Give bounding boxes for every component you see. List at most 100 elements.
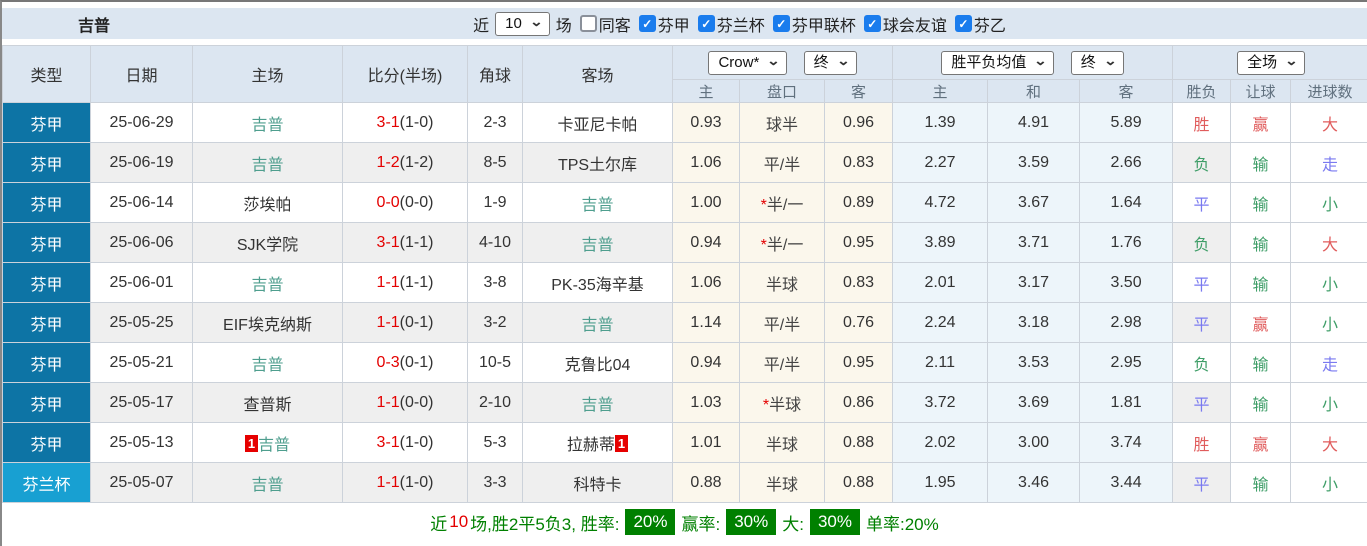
- league-cell: 芬甲: [2, 342, 91, 383]
- away-team-link[interactable]: 克鲁比04: [565, 357, 631, 374]
- topbar: 吉普 近 10 ⌄ 场 同客 ✓ 芬甲 ✓ 芬兰杯 ✓ 芬甲联杯 ✓ 球会友谊 ✓ 芬乙: [2, 8, 1367, 39]
- score-cell: 1-1(0-0): [342, 382, 468, 423]
- col-header-away: 客场: [522, 45, 673, 103]
- home-team-link[interactable]: 吉普: [251, 277, 283, 294]
- away-team-link[interactable]: 吉普: [581, 197, 613, 214]
- home-team-link[interactable]: 吉普: [251, 357, 283, 374]
- home-team-link[interactable]: SJK学院: [237, 237, 298, 254]
- result-value: 平: [1193, 396, 1210, 414]
- goals-result-value: 小: [1322, 276, 1339, 294]
- mean-draw-cell: 3.69: [987, 382, 1081, 423]
- score-cell: 0-0(0-0): [342, 182, 468, 223]
- filter-checkbox-3[interactable]: ✓: [772, 15, 790, 32]
- goals-result-value: 小: [1322, 196, 1339, 214]
- filter-checkbox-2[interactable]: ✓: [697, 15, 715, 32]
- away-odds-cell: 0.95: [823, 342, 894, 383]
- rate-badge: 30%: [726, 509, 777, 535]
- mean-odds-select[interactable]: 胜平负均值 ⌄: [941, 50, 1055, 75]
- goals-result-value: 走: [1322, 356, 1339, 374]
- summary-text: 赢率:: [681, 514, 721, 534]
- filter-checkbox-4[interactable]: ✓: [863, 15, 881, 32]
- result-cell: 平: [1172, 262, 1232, 303]
- handicap-result-cell: 输: [1230, 462, 1292, 503]
- table-row: 芬甲 25-05-17 查普斯 1-1(0-0) 2-10 吉普 1.03 *半球 0.86 3.…: [2, 382, 1367, 423]
- filter-checkbox-5[interactable]: ✓: [954, 15, 972, 32]
- away-team-link[interactable]: 吉普: [581, 397, 613, 414]
- halftime-score: (1-2): [399, 153, 434, 171]
- away-team-link[interactable]: 卡亚尼卡帕: [557, 117, 637, 134]
- date-cell: 25-06-29: [90, 102, 193, 143]
- summary-footer: 近 10 场,胜2平5负3, 胜率: 20% 赢率: 30% 大: 30% 单率:20%: [2, 503, 1367, 541]
- filter-checkbox-1[interactable]: ✓: [638, 15, 656, 32]
- odds-time-select[interactable]: 终 ⌄: [803, 50, 857, 75]
- handicap-cell: 半球: [739, 262, 825, 303]
- away-team-cell: 拉赫蒂 1: [522, 422, 673, 463]
- subcol-odds-away: 客: [823, 79, 894, 103]
- handicap-result-value: 输: [1252, 396, 1269, 414]
- corner-cell: 8-5: [467, 142, 523, 183]
- subcol-goals: 进球数: [1290, 79, 1367, 103]
- corner-cell: 2-3: [467, 102, 523, 143]
- away-team-link[interactable]: PK-35海辛基: [551, 277, 643, 294]
- handicap-result-cell: 赢: [1230, 102, 1292, 143]
- result-value: 负: [1193, 236, 1210, 254]
- bookmaker-select[interactable]: Crow* ⌄: [708, 50, 788, 75]
- result-cell: 平: [1172, 382, 1232, 423]
- mean-home-cell: 2.02: [892, 422, 989, 463]
- filter-label-5: 芬乙: [973, 17, 1006, 35]
- mean-home-cell: 1.39: [892, 102, 989, 143]
- away-team-link[interactable]: 吉普: [581, 237, 613, 254]
- goals-result-cell: 大: [1290, 222, 1367, 263]
- match-count-select[interactable]: 10 ⌄: [495, 11, 550, 36]
- home-team-link[interactable]: 吉普: [251, 157, 283, 174]
- away-team-cell: 克鲁比04: [522, 342, 673, 383]
- mean-time-select[interactable]: 终 ⌄: [1070, 50, 1124, 75]
- home-team-link[interactable]: EIF埃克纳斯: [223, 317, 312, 334]
- fulltime-score: 3-1: [376, 113, 400, 131]
- mean-draw-cell: 3.17: [987, 262, 1081, 303]
- handicap-result-cell: 赢: [1230, 422, 1292, 463]
- handicap-cell: 球半: [739, 102, 825, 143]
- corner-cell: 2-10: [467, 382, 523, 423]
- handicap-value: 半球: [765, 276, 798, 294]
- handicap-result-cell: 输: [1230, 382, 1292, 423]
- home-odds-cell: 1.01: [672, 422, 740, 463]
- match-count-value: 10: [505, 14, 522, 32]
- league-cell: 芬甲: [2, 262, 91, 303]
- summary-text: 大:: [782, 514, 804, 534]
- summary-text: 近: [430, 514, 448, 534]
- handicap-result-cell: 输: [1230, 342, 1292, 383]
- date-cell: 25-06-06: [90, 222, 193, 263]
- league-cell: 芬甲: [2, 302, 91, 343]
- goals-result-value: 小: [1322, 396, 1339, 414]
- result-value: 胜: [1193, 116, 1210, 134]
- home-team-link[interactable]: 吉普: [258, 437, 290, 454]
- scope-select[interactable]: 全场 ⌄: [1237, 50, 1305, 75]
- date-cell: 25-06-19: [90, 142, 193, 183]
- result-group-header: 全场 ⌄: [1172, 45, 1367, 80]
- result-cell: 胜: [1172, 422, 1232, 463]
- away-team-link[interactable]: 科特卡: [573, 477, 621, 494]
- mean-away-cell: 1.64: [1079, 182, 1174, 223]
- filter-label-2: 芬兰杯: [716, 17, 765, 35]
- result-cell: 负: [1172, 342, 1232, 383]
- home-team-link[interactable]: 莎埃帕: [243, 197, 291, 214]
- away-team-link[interactable]: 拉赫蒂: [567, 437, 615, 454]
- home-team-link[interactable]: 查普斯: [243, 397, 291, 414]
- filter-checkbox-0[interactable]: [579, 15, 597, 32]
- handicap-result-cell: 输: [1230, 222, 1292, 263]
- goals-result-value: 大: [1322, 116, 1339, 134]
- home-team-cell: 1 吉普: [192, 422, 343, 463]
- handicap-value: 半球: [769, 396, 802, 414]
- goals-result-cell: 大: [1290, 102, 1367, 143]
- mean-draw-cell: 3.00: [987, 422, 1081, 463]
- mean-home-cell: 1.95: [892, 462, 989, 503]
- fulltime-score: 3-1: [376, 233, 400, 251]
- away-team-link[interactable]: TPS土尔库: [558, 157, 637, 174]
- chevron-down-icon: ⌄: [766, 52, 781, 68]
- summary-text: 单率:20%: [866, 514, 939, 534]
- handicap-cell: *半球: [739, 382, 825, 423]
- home-team-link[interactable]: 吉普: [251, 477, 283, 494]
- home-team-link[interactable]: 吉普: [251, 117, 283, 134]
- away-team-link[interactable]: 吉普: [581, 317, 613, 334]
